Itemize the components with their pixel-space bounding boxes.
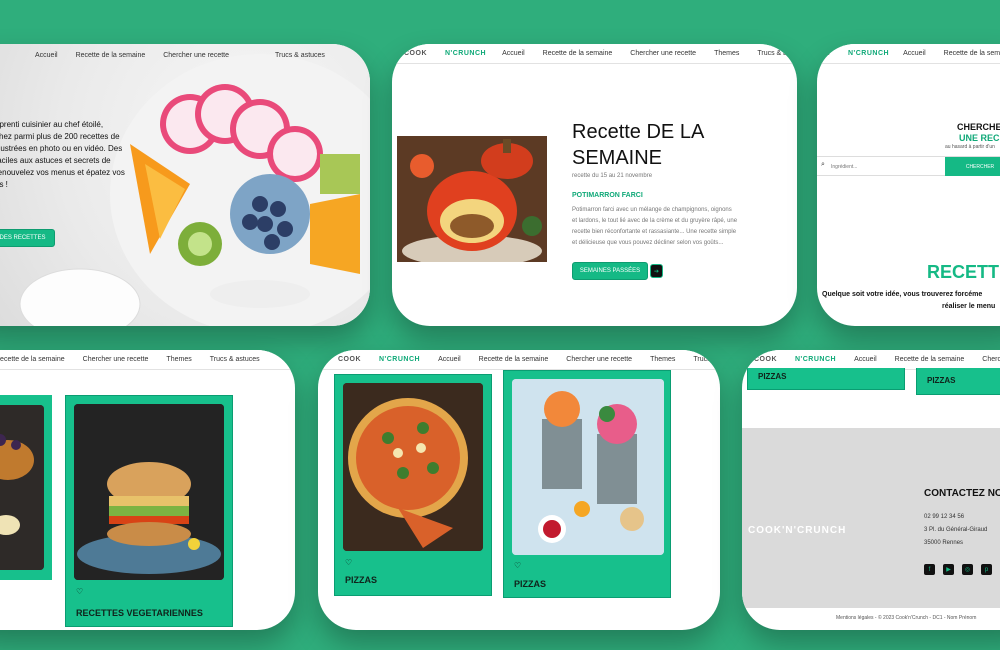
nav-accueil[interactable]: Accueil [35,52,58,59]
logo[interactable]: COOKN'CRUNCH [754,356,836,363]
facebook-icon[interactable]: f [924,564,935,575]
contact-title: CONTACTEZ NOU [924,488,1000,499]
nav-chercher[interactable]: Chercher une recette [982,356,1000,363]
weekly-nav: COOK N'CRUNCH Accueil Recette de la semai… [392,44,797,64]
heart-icon[interactable]: ♡ [345,558,352,567]
weekly-desc-line: et lardons, le tout lié avec de la crème… [572,218,738,224]
recipe-card-pizza-top-2[interactable]: PIZZAS [916,368,1000,395]
nav-chercher[interactable]: Chercher une recette [630,50,696,57]
recipe-card-pizza-1[interactable]: ♡ PIZZAS [334,374,492,596]
nav-semaine[interactable]: Recette de la semaine [479,356,549,363]
weekly-recipe-name: POTIMARRON FARCI [572,192,643,199]
contact-nav: COOK N'CRUNCH Accueil Recette de la semai… [742,350,1000,370]
nav-accueil[interactable]: Accueil [854,356,877,363]
footer-logo: COOK'N'CRUNCH [748,525,847,536]
contact-screen-card: COOK N'CRUNCH Accueil Recette de la semai… [742,350,1000,630]
vegetarian-card-label: RECETTES VEGETARIENNES [76,608,203,618]
hero-intro-text: pprenti cuisinier au chef étoilé, chez p… [0,119,195,191]
vegetarian-screen-card: Recette de la semaine Chercher une recet… [0,350,295,630]
nav-chercher[interactable]: Chercher une recette [566,356,632,363]
contact-phone: 02 99 12 34 56 [924,514,965,520]
weekly-dates: recette du 15 au 21 novembre [572,173,653,179]
logo[interactable]: COOKN'CRUNCH [817,50,889,57]
nav-semaine[interactable]: Recette de la semaine [944,50,1000,57]
weekly-recipe-image [397,136,547,262]
smoothie-image [512,379,664,555]
pizza-card-label: PIZZAS [345,575,378,585]
weekly-screen-card: COOK N'CRUNCH Accueil Recette de la semai… [392,44,797,326]
contact-city: 35000 Rennes [924,540,964,546]
recipe-image [0,405,44,570]
weekly-desc-line: recette bien réconfortante et rassasiant… [572,229,737,235]
weekly-description: Potimarron farci avec un mélange de cham… [572,205,752,249]
nav-semaine[interactable]: Recette de la semaine [895,356,965,363]
nav-trucs[interactable]: Trucs & astuces [275,52,325,59]
nav-semaine[interactable]: Recette de la semaine [76,52,146,59]
nav-accueil[interactable]: Accueil [903,50,926,57]
footer-section: COOK'N'CRUNCH CONTACTEZ NOU 02 99 12 34 … [742,428,1000,608]
nav-themes[interactable]: Themes [714,50,739,57]
hero-intro-line: pprenti cuisinier au chef étoilé, [0,120,104,129]
burger-image [74,404,224,580]
youtube-icon[interactable]: ▶ [943,564,954,575]
search-nav: COOKN'CRUNCH Accueil Recette de la semai… [817,44,1000,64]
search-title-1: CHERCHE [957,122,1000,132]
pizza-image [343,383,483,551]
hero-intro-line: renouvelez vos menus et épatez vos [0,168,125,177]
search-screen-card: COOKN'CRUNCH Accueil Recette de la semai… [817,44,1000,326]
recipe-card-pizza-2[interactable]: ♡ PIZZAS [503,370,671,598]
hero-cta-button[interactable]: DES RECETTES [0,229,55,247]
search-title-2: UNE RECET [959,133,1000,143]
search-subtitle: au hasard à partir d'un [945,144,995,150]
logo[interactable]: COOKN'CRUNCH [338,356,420,363]
search-bar: ⌕ CHERCHER [817,156,1000,176]
recettes-heading: RECETTES [927,262,1000,282]
recipe-card-vegetarian[interactable]: ♡ RECETTES VEGETARIENNES [65,395,233,627]
weekly-title: Recette DE LA SEMAINE [572,119,704,171]
nav-trucs[interactable]: Trucs & astuces [757,50,797,57]
pizza-card-label: PIZZAS [758,372,787,381]
logo[interactable]: COOKN'CRUNCH [404,50,486,57]
nav-trucs[interactable]: Trucs & astuces [693,356,720,363]
search-tagline-1: Quelque soit votre idée, vous trouverez … [822,291,983,298]
arrow-right-icon[interactable]: ➔ [650,264,663,278]
heart-icon[interactable]: ♡ [514,561,521,570]
veg-nav: Recette de la semaine Chercher une recet… [0,350,295,370]
nav-accueil[interactable]: Accueil [502,50,525,57]
nav-themes[interactable]: Themes [166,356,191,363]
pizza-card-label-2: PIZZAS [514,579,547,589]
hero-intro-line: faciles aux astuces et secrets de [0,156,111,165]
search-button[interactable]: CHERCHER [945,157,1000,176]
nav-chercher[interactable]: Chercher une recette [163,52,229,59]
pizza-nav: COOK N'CRUNCH Accueil Recette de la semai… [318,350,720,370]
weekly-title-line1: Recette DE LA [572,121,705,143]
weekly-desc-line: Potimarron farci avec un mélange de cham… [572,207,732,213]
recipe-card-partial[interactable] [0,395,52,580]
nav-chercher[interactable]: Chercher une recette [83,356,149,363]
pinterest-icon[interactable]: p [981,564,992,575]
heart-icon[interactable]: ♡ [76,587,83,596]
nav-semaine[interactable]: Recette de la semaine [543,50,613,57]
hero-nav: Accueil Recette de la semaine Chercher u… [0,46,370,64]
contact-street: 3 Pl. du Général-Giraud [924,527,988,533]
search-input[interactable] [831,160,941,173]
pizza-card-label: PIZZAS [927,376,956,385]
footer-legal[interactable]: Mentions légales - © 2023 Cook'n'Crunch … [836,615,976,621]
nav-semaine[interactable]: Recette de la semaine [0,356,65,363]
nav-themes[interactable]: Themes [650,356,675,363]
weekly-desc-line: et délicieuse que vous pouvez décliner s… [572,240,724,246]
instagram-icon[interactable]: ◎ [962,564,973,575]
hero-intro-line: illustrées en photo ou en vidéo. Des [0,144,123,153]
hero-screen-card: Accueil Recette de la semaine Chercher u… [0,44,370,326]
weekly-title-line2: SEMAINE [572,147,663,169]
past-weeks-button[interactable]: SEMAINES PASSÉES [572,262,648,280]
recipe-card-pizza-top-1[interactable]: PIZZAS [747,368,905,390]
search-icon: ⌕ [821,161,825,168]
pizzas-screen-card: COOK N'CRUNCH Accueil Recette de la semai… [318,350,720,630]
hero-intro-line: es ! [0,180,8,189]
nav-accueil[interactable]: Accueil [438,356,461,363]
search-tagline-2: réaliser le menu [942,303,996,310]
nav-trucs[interactable]: Trucs & astuces [210,356,260,363]
hero-intro-line: chez parmi plus de 200 recettes de [0,132,120,141]
